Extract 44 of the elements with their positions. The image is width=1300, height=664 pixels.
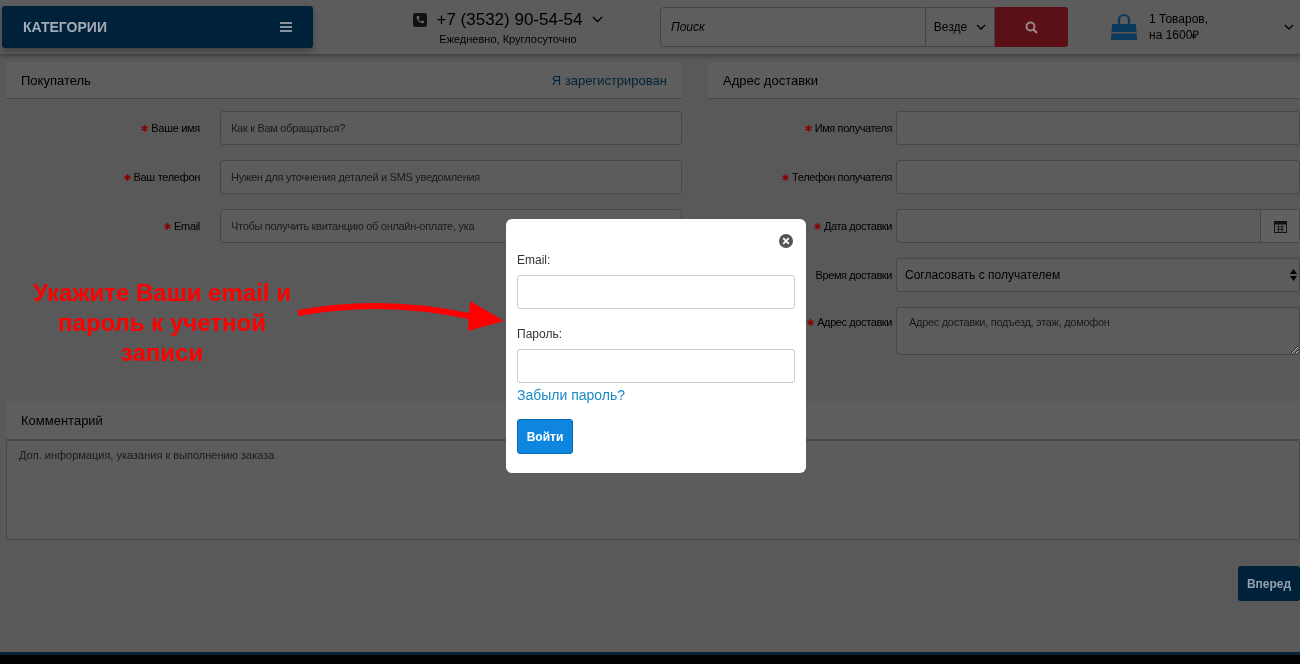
field-label: Имя получателя	[814, 122, 892, 134]
calendar-icon[interactable]	[1273, 219, 1287, 233]
field-label: Ваш телефон	[133, 171, 200, 183]
search-field[interactable]: Поиск	[660, 7, 926, 47]
phone-icon	[413, 12, 428, 27]
menu-icon	[280, 22, 292, 32]
cart-count: 1 Товаров,	[1149, 11, 1209, 27]
field-label: Время доставки	[815, 269, 892, 281]
text-field[interactable]: Нужен для уточнения деталей и SMS уведомления	[220, 160, 682, 194]
next-button[interactable]: Вперед	[1238, 566, 1300, 601]
forgot-password-link[interactable]: Забыли пароль?	[517, 387, 626, 403]
categories-button[interactable]: КАТЕГОРИИ	[2, 6, 313, 48]
delivery-time-select[interactable]: Согласовать с получателем	[896, 258, 1300, 292]
chevron-down-icon[interactable]	[1284, 24, 1294, 30]
text-field[interactable]: Как к Вам обращаться?	[220, 111, 682, 145]
password-label: Пароль:	[517, 327, 562, 341]
field-label: Дата доставки	[823, 220, 892, 232]
address-field[interactable]: Адрес доставки, подъезд, этаж, домофон	[896, 307, 1300, 355]
working-hours: Ежедневно, Круглосуточно	[439, 32, 577, 45]
search-scope-dropdown[interactable]: Везде	[926, 7, 995, 47]
cart-total: на 1600₽	[1149, 27, 1201, 43]
email-label: Email:	[517, 253, 551, 267]
chevron-down-icon[interactable]	[591, 16, 603, 23]
annotation-text: Укажите Ваши email и пароль к учетной записи	[32, 278, 292, 368]
chevron-down-icon	[976, 24, 987, 30]
sort-arrows-icon	[1290, 269, 1297, 281]
shopping-bag-icon[interactable]	[1110, 13, 1138, 41]
login-link[interactable]: Я зарегистрирован	[551, 72, 667, 88]
section-title: Покупатель	[21, 72, 91, 88]
close-icon[interactable]	[779, 234, 793, 248]
field-label: Адрес доставки	[817, 316, 892, 328]
phone-number: +7 (3532) 90-54-54	[436, 9, 583, 30]
section-title: Адрес доставки	[723, 72, 819, 88]
login-button[interactable]: Войти	[517, 419, 573, 454]
search-button[interactable]	[995, 7, 1068, 47]
search-icon	[1025, 20, 1038, 34]
section-title: Комментарий	[21, 412, 103, 428]
field-label: Ваше имя	[151, 122, 200, 134]
field-label: Телефон получателя	[792, 171, 892, 183]
date-field[interactable]	[896, 209, 1300, 243]
password-field[interactable]	[517, 349, 795, 383]
field-label: Email	[174, 220, 200, 232]
email-field[interactable]	[517, 275, 795, 309]
comment-field[interactable]: Доп. информация, указания к выполнению заказа	[6, 440, 1300, 540]
